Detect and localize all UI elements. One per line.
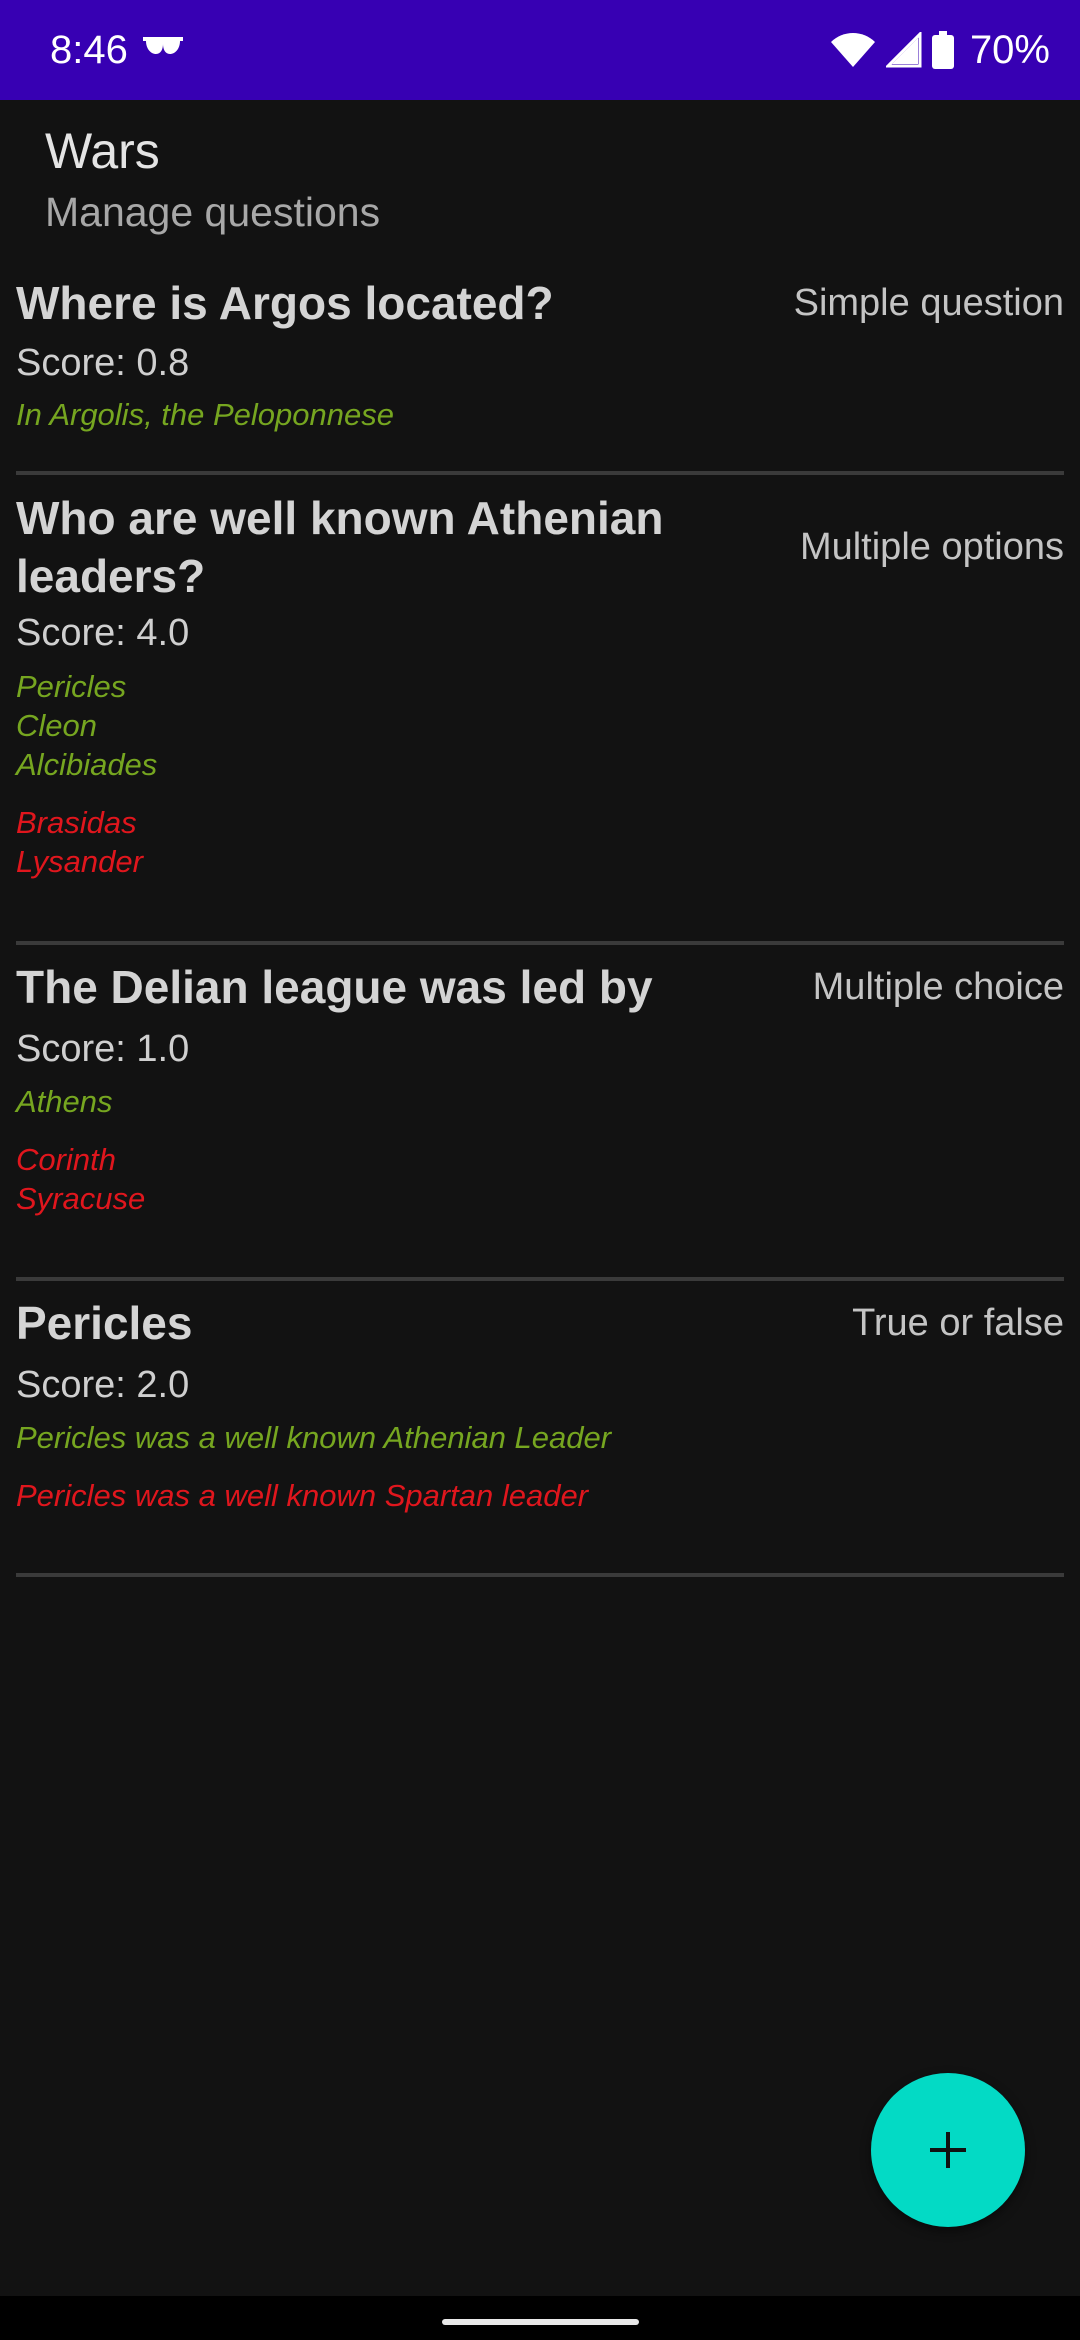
question-item[interactable]: Multiple options Who are well known Athe… bbox=[16, 475, 1064, 945]
question-item[interactable]: Simple question Where is Argos located? … bbox=[16, 270, 1064, 475]
question-title: Pericles bbox=[16, 1297, 193, 1349]
glasses-icon bbox=[143, 37, 183, 54]
question-item[interactable]: True or false Pericles Score: 2.0 Pericl… bbox=[16, 1281, 1064, 1577]
question-type: True or false bbox=[852, 1302, 1064, 1344]
page-header: Wars Manage questions bbox=[45, 118, 380, 240]
wifi-icon bbox=[830, 33, 875, 67]
navigation-bar bbox=[0, 2296, 1080, 2340]
wrong-answer: Brasidas bbox=[16, 805, 137, 840]
correct-answer: Pericles was a well known Athenian Leade… bbox=[16, 1420, 612, 1455]
page-title: Wars bbox=[45, 123, 160, 179]
wrong-answer: Corinth bbox=[16, 1142, 116, 1177]
correct-answer: In Argolis, the Peloponnese bbox=[16, 397, 394, 432]
correct-answer: Athens bbox=[16, 1084, 113, 1119]
question-item[interactable]: Multiple choice The Delian league was le… bbox=[16, 945, 1064, 1281]
correct-answer: Pericles bbox=[16, 669, 127, 704]
question-score: Score: 2.0 bbox=[16, 1364, 190, 1406]
add-question-button[interactable] bbox=[871, 2073, 1025, 2227]
correct-answer: Alcibiades bbox=[16, 747, 158, 782]
status-bar: 8:46 70% bbox=[0, 0, 1080, 100]
question-score: Score: 4.0 bbox=[16, 612, 190, 654]
battery-percent: 70% bbox=[969, 28, 1050, 72]
page-subtitle: Manage questions bbox=[45, 189, 381, 235]
wrong-answer: Lysander bbox=[16, 844, 143, 879]
question-type: Multiple choice bbox=[812, 966, 1064, 1008]
question-type: Multiple options bbox=[799, 526, 1064, 568]
question-list: Simple question Where is Argos located? … bbox=[16, 270, 1064, 1577]
question-title: Where is Argos located? bbox=[16, 277, 554, 329]
battery-icon bbox=[931, 31, 954, 69]
question-score: Score: 1.0 bbox=[16, 1028, 190, 1070]
wrong-answer: Pericles was a well known Spartan leader bbox=[16, 1478, 589, 1513]
signal-icon bbox=[885, 32, 922, 68]
question-title: Who are well known Athenian leaders? bbox=[16, 492, 664, 602]
question-title: The Delian league was led by bbox=[16, 961, 653, 1013]
status-time: 8:46 bbox=[50, 28, 128, 72]
add-icon bbox=[930, 2132, 966, 2168]
home-gesture-handle[interactable] bbox=[442, 2319, 639, 2325]
question-score: Score: 0.8 bbox=[16, 342, 190, 384]
correct-answer: Cleon bbox=[16, 708, 97, 743]
status-icons: 70% bbox=[830, 20, 1050, 80]
wrong-answer: Syracuse bbox=[16, 1181, 146, 1216]
question-type: Simple question bbox=[793, 282, 1064, 324]
